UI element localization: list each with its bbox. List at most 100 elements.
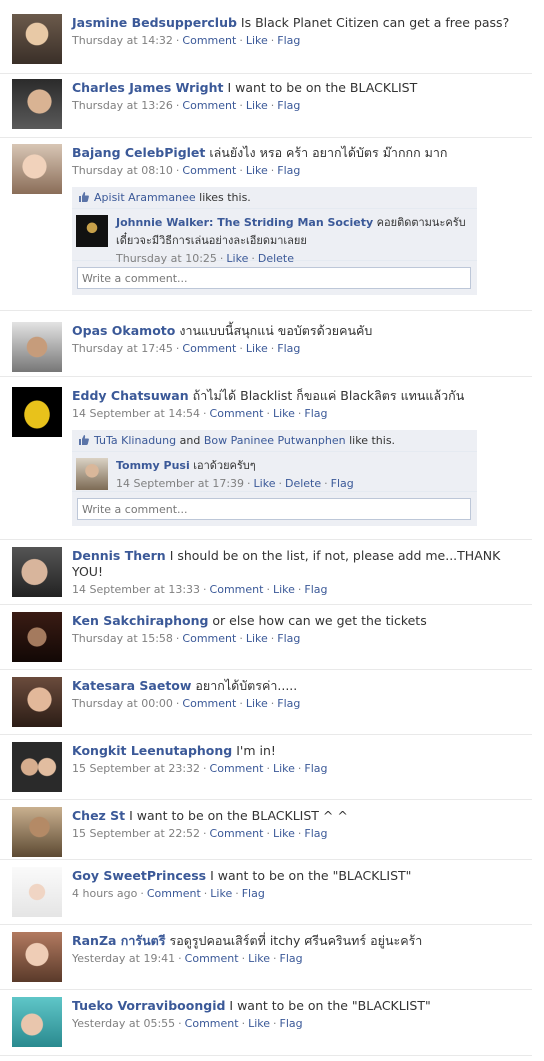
like-link[interactable]: Like: [246, 164, 268, 177]
post-line: RanZa การันตรี รอดูรูปคอนเสิร์ตที่ itchy…: [72, 933, 528, 949]
author-name-link[interactable]: Chez St: [72, 808, 125, 823]
author-name-link[interactable]: Opas Okamoto: [72, 323, 175, 338]
commenter-picture[interactable]: [76, 458, 108, 490]
post-meta: Yesterday at 19:41 · Comment · Like · Flag: [72, 951, 528, 967]
comment-input[interactable]: [77, 498, 471, 520]
profile-picture[interactable]: [12, 387, 62, 437]
comment-link[interactable]: Comment: [182, 164, 236, 177]
like-link[interactable]: Like: [248, 952, 270, 965]
flag-link[interactable]: Flag: [304, 407, 327, 420]
comment-link[interactable]: Comment: [210, 583, 264, 596]
comment-link[interactable]: Comment: [182, 342, 236, 355]
comment-link[interactable]: Comment: [147, 887, 201, 900]
separator: ·: [239, 632, 243, 645]
like-link[interactable]: Like: [273, 827, 295, 840]
wall-post: Chez St I want to be on the BLACKLIST ^ …: [0, 800, 532, 860]
like-link[interactable]: Like: [248, 1017, 270, 1030]
separator: ·: [175, 632, 180, 645]
like-link[interactable]: Like: [246, 34, 268, 47]
commenter-picture[interactable]: [76, 215, 108, 247]
post-body: Charles James Wright I want to be on the…: [72, 80, 528, 114]
comment-link[interactable]: Comment: [210, 827, 264, 840]
flag-link[interactable]: Flag: [304, 762, 327, 775]
flag-link[interactable]: Flag: [277, 34, 300, 47]
post-body: RanZa การันตรี รอดูรูปคอนเสิร์ตที่ itchy…: [72, 933, 528, 967]
profile-picture[interactable]: [12, 612, 62, 662]
comment-body: Tommy Pusi เอาด้วยครับๆ 14 September at 1…: [116, 456, 471, 490]
author-name-link[interactable]: Katesara Saetow: [72, 678, 191, 693]
profile-picture[interactable]: [12, 144, 62, 194]
profile-picture[interactable]: [12, 547, 62, 597]
like-link[interactable]: Like: [273, 762, 295, 775]
flag-link[interactable]: Flag: [242, 887, 265, 900]
like-link[interactable]: Like: [246, 632, 268, 645]
comment-link[interactable]: Comment: [182, 34, 236, 47]
like-link[interactable]: Like: [246, 99, 268, 112]
comment-input[interactable]: [77, 267, 471, 289]
flag-link[interactable]: Flag: [277, 342, 300, 355]
post-timestamp: Yesterday at 19:41: [72, 952, 176, 965]
wall-post: Opas Okamoto งานแบบนี้สนุกแน่ ขอบัตรด้วย…: [0, 311, 532, 377]
comment-link[interactable]: Comment: [210, 762, 264, 775]
liker-name-link[interactable]: Apisit Arammanee: [94, 191, 196, 204]
flag-link[interactable]: Flag: [280, 1017, 303, 1030]
like-link[interactable]: Like: [246, 342, 268, 355]
like-link[interactable]: Like: [210, 887, 232, 900]
flag-link[interactable]: Flag: [277, 164, 300, 177]
author-name-link[interactable]: Kongkit Leenutaphong: [72, 743, 232, 758]
flag-link[interactable]: Flag: [277, 697, 300, 710]
profile-picture[interactable]: [12, 79, 62, 129]
wall-post: Dennis Thern I should be on the list, if…: [0, 540, 532, 605]
author-name-link[interactable]: Eddy Chatsuwan: [72, 388, 189, 403]
post-body: Chez St I want to be on the BLACKLIST ^ …: [72, 808, 528, 842]
separator: ·: [239, 34, 243, 47]
profile-picture[interactable]: [12, 807, 62, 857]
flag-link[interactable]: Flag: [277, 99, 300, 112]
comment-link[interactable]: Comment: [182, 99, 236, 112]
flag-link[interactable]: Flag: [304, 583, 327, 596]
like-link[interactable]: Like: [273, 407, 295, 420]
comment-link[interactable]: Comment: [182, 697, 236, 710]
profile-picture[interactable]: [12, 932, 62, 982]
comment-link[interactable]: Comment: [185, 1017, 239, 1030]
comment-flag-link[interactable]: Flag: [331, 477, 354, 490]
separator: ·: [278, 477, 282, 490]
commenter-name-link[interactable]: Johnnie Walker: The Striding Man Society: [116, 216, 373, 229]
separator: ·: [140, 887, 144, 900]
post-message: เล่นยังไง หรอ คร้า อยากได้บัตร ม๊ากกก มา…: [209, 145, 448, 160]
commenter-name-link[interactable]: Tommy Pusi: [116, 459, 190, 472]
profile-picture[interactable]: [12, 14, 62, 64]
like-link[interactable]: Like: [273, 583, 295, 596]
comment-delete-link[interactable]: Delete: [285, 477, 321, 490]
separator: ·: [266, 762, 270, 775]
profile-picture[interactable]: [12, 867, 62, 917]
profile-picture[interactable]: [12, 322, 62, 372]
post-body: Kongkit Leenutaphong I'm in! 15 September…: [72, 743, 528, 777]
liker-name-link[interactable]: TuTa Klinadung: [94, 434, 176, 447]
post-body: Goy SweetPrincess I want to be on the "B…: [72, 868, 528, 902]
profile-picture[interactable]: [12, 997, 62, 1047]
liker-name-link[interactable]: Bow Paninee Putwanphen: [204, 434, 346, 447]
author-name-link[interactable]: Dennis Thern: [72, 548, 166, 563]
author-name-link[interactable]: Bajang CelebPiglet: [72, 145, 205, 160]
profile-picture[interactable]: [12, 742, 62, 792]
post-message: งานแบบนี้สนุกแน่ ขอบัตรด้วยคนคับ: [179, 323, 373, 338]
author-name-link[interactable]: Charles James Wright: [72, 80, 223, 95]
flag-link[interactable]: Flag: [280, 952, 303, 965]
separator: ·: [239, 99, 243, 112]
comment-item: Johnnie Walker: The Striding Man Society…: [72, 209, 477, 265]
comment-like-link[interactable]: Like: [254, 477, 276, 490]
comment-link[interactable]: Comment: [185, 952, 239, 965]
comment-link[interactable]: Comment: [182, 632, 236, 645]
like-link[interactable]: Like: [246, 697, 268, 710]
author-name-link[interactable]: Tueko Vorraviboongid: [72, 998, 225, 1013]
profile-picture[interactable]: [12, 677, 62, 727]
comment-link[interactable]: Comment: [210, 407, 264, 420]
author-name-link[interactable]: Ken Sakchiraphong: [72, 613, 208, 628]
flag-link[interactable]: Flag: [304, 827, 327, 840]
separator: ·: [203, 827, 207, 840]
author-name-link[interactable]: Jasmine Bedsupperclub: [72, 15, 237, 30]
flag-link[interactable]: Flag: [277, 632, 300, 645]
author-name-link[interactable]: RanZa การันตรี: [72, 933, 166, 948]
author-name-link[interactable]: Goy SweetPrincess: [72, 868, 206, 883]
